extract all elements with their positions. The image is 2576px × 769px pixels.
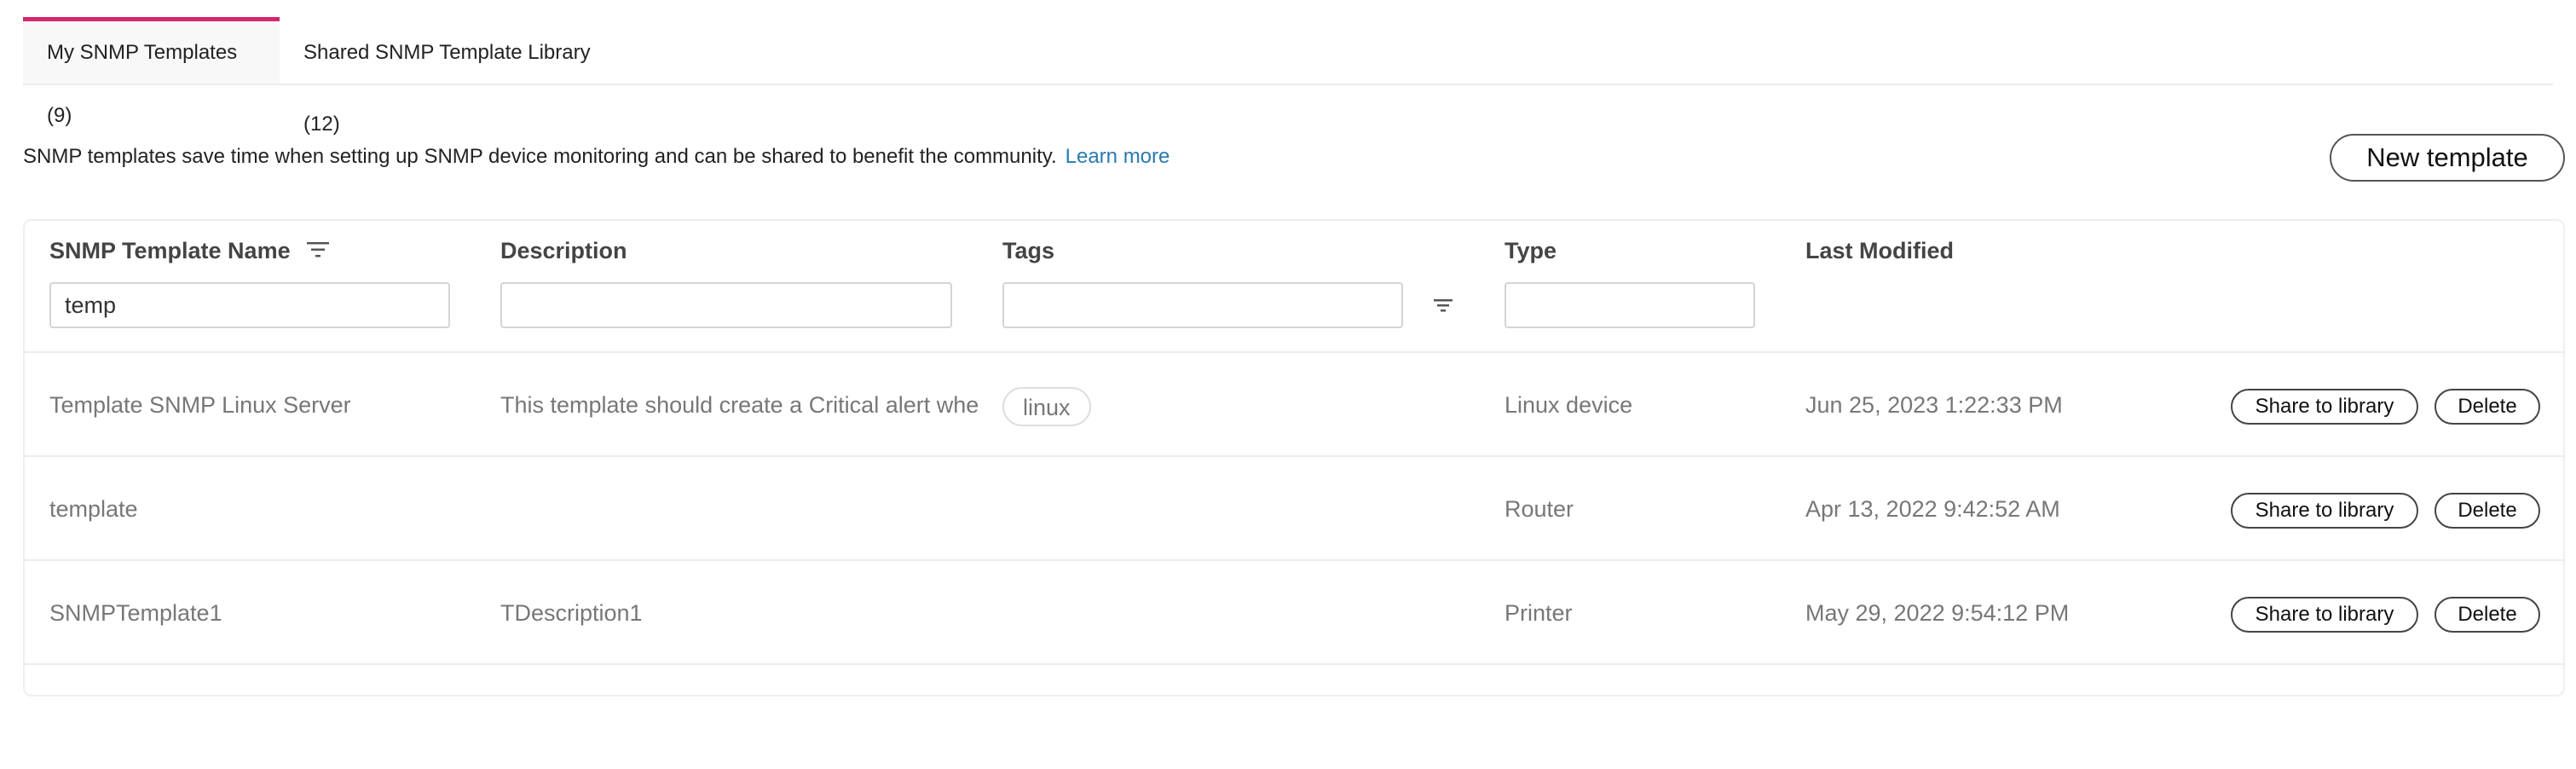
column-header-tags: Tags [1002,238,1055,263]
template-last-modified: May 29, 2022 9:54:12 PM [1805,600,2070,626]
delete-button[interactable]: Delete [2434,493,2540,529]
templates-table: SNMP Template Name Description Tags Type… [23,219,2565,697]
template-type: Router [1505,496,1574,522]
column-header-type: Type [1505,238,1557,263]
template-description: TDescription1 [500,600,643,626]
template-description: This template should create a Critical a… [500,392,978,418]
tag-pill: linux [1002,386,1091,426]
tab-shared-snmp-template-library[interactable]: Shared SNMP Template Library (12) [280,17,621,136]
type-filter-input[interactable] [1505,282,1755,328]
table-row-divider [25,663,2563,769]
delete-button[interactable]: Delete [2434,389,2540,425]
template-tags: linux [1002,353,1480,457]
new-template-button[interactable]: New template [2330,134,2565,182]
column-header-name[interactable]: SNMP Template Name [49,238,330,265]
table-row: template Router Apr 13, 2022 9:42:52 AM … [25,455,2563,561]
template-type: Linux device [1505,392,1633,418]
table-row: Template SNMP Linux Server This template… [25,351,2563,457]
learn-more-link[interactable]: Learn more [1066,145,1170,168]
intro-description: SNMP templates save time when setting up… [23,145,1057,168]
column-header-name-label: SNMP Template Name [49,238,291,263]
name-filter-input[interactable] [49,282,450,328]
template-last-modified: Apr 13, 2022 9:42:52 AM [1805,496,2060,522]
template-name: SNMPTemplate1 [49,600,222,626]
sort-filter-icon[interactable] [307,239,330,265]
template-name: template [49,496,138,522]
tab-my-snmp-templates[interactable]: My SNMP Templates (9) [23,17,280,127]
template-type: Printer [1505,600,1573,626]
column-header-last-modified: Last Modified [1805,238,1954,263]
share-to-library-button[interactable]: Share to library [2231,597,2418,633]
template-last-modified: Jun 25, 2023 1:22:33 PM [1805,392,2063,418]
template-name: Template SNMP Linux Server [49,392,351,418]
tags-filter-input[interactable] [1002,282,1403,328]
delete-button[interactable]: Delete [2434,597,2540,633]
description-filter-input[interactable] [500,282,952,328]
intro-text: SNMP templates save time when setting up… [23,145,1170,169]
tags-filter-icon[interactable] [1429,291,1458,320]
column-header-description: Description [500,238,627,263]
table-row: SNMPTemplate1 TDescription1 Printer May … [25,559,2563,665]
share-to-library-button[interactable]: Share to library [2231,389,2418,425]
template-tabs: My SNMP Templates (9) Shared SNMP Templa… [23,17,2553,136]
share-to-library-button[interactable]: Share to library [2231,493,2418,529]
